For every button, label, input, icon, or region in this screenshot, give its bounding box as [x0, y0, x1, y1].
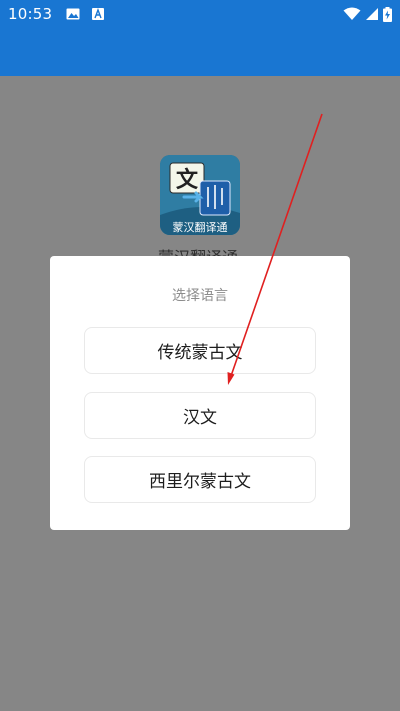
status-system-icons	[343, 6, 392, 22]
app-bar	[0, 28, 400, 76]
battery-charging-icon	[383, 6, 392, 22]
status-bar: 10:53	[0, 0, 400, 28]
image-icon	[66, 8, 80, 20]
wifi-icon	[343, 7, 361, 21]
option-traditional-mongolian-button[interactable]: 传统蒙古文	[84, 327, 316, 374]
app-icon[interactable]: 文 蒙汉翻译通	[160, 155, 240, 235]
status-notification-icons	[66, 8, 105, 20]
cellular-signal-icon	[365, 7, 379, 21]
app-icon-glyph: 文	[176, 167, 199, 193]
language-dialog: 选择语言 传统蒙古文 汉文 西里尔蒙古文	[50, 256, 350, 530]
dialog-title: 选择语言	[172, 288, 228, 304]
app-icon-label: 蒙汉翻译通	[173, 220, 228, 234]
option-cyrillic-mongolian-button[interactable]: 西里尔蒙古文	[84, 456, 316, 503]
status-time: 10:53	[8, 5, 53, 23]
option-chinese-button[interactable]: 汉文	[84, 392, 316, 439]
text-a-icon	[92, 8, 105, 20]
